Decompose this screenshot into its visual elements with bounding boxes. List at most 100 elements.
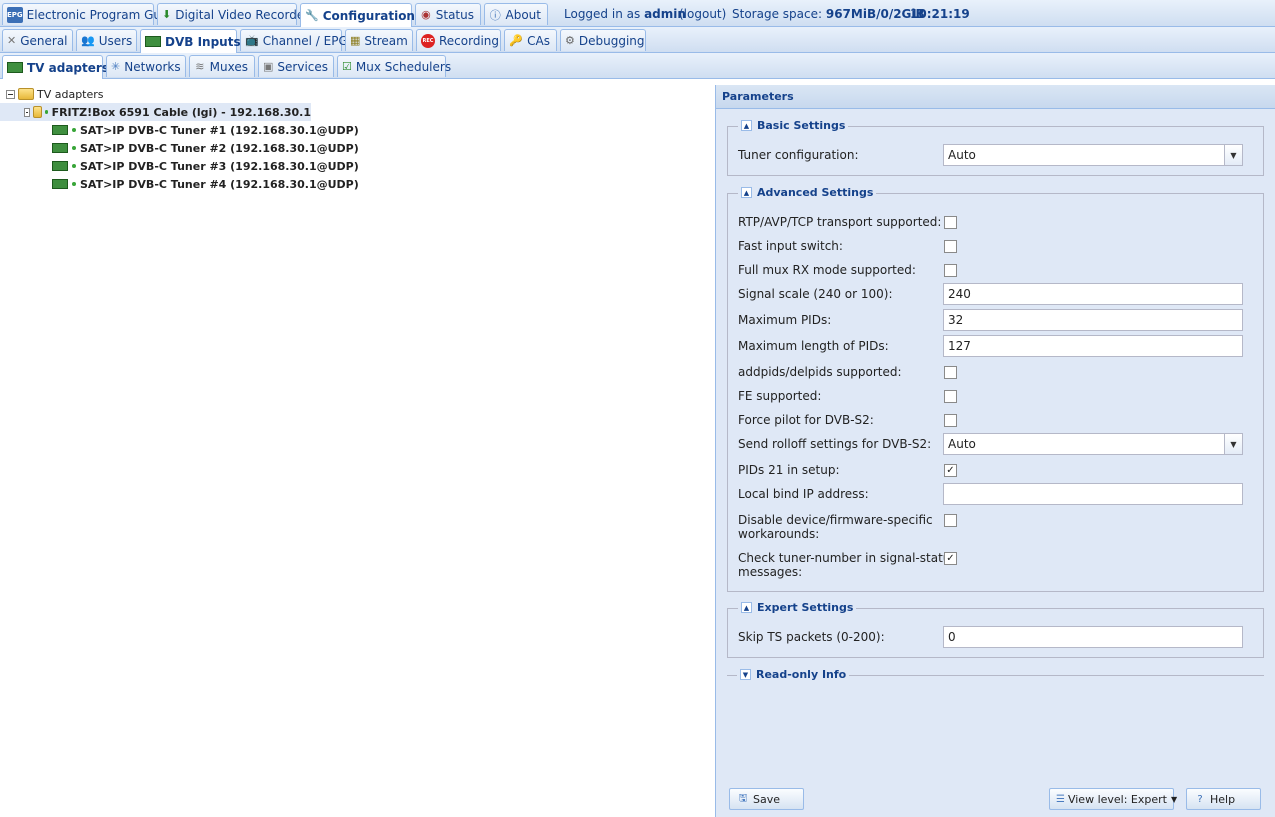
wrench-icon: 🔧 xyxy=(305,9,319,22)
logout-link[interactable]: (logout) xyxy=(679,7,726,21)
tuner-card-icon xyxy=(52,125,68,135)
tab-about[interactable]: ⓘ About xyxy=(484,3,548,25)
fast-switch-checkbox[interactable] xyxy=(944,240,957,253)
tree-root[interactable]: TV adapters xyxy=(6,85,104,103)
check-tuner-number-checkbox[interactable]: ✓ xyxy=(944,552,957,565)
tab-epg[interactable]: EPG Electronic Program Guide xyxy=(2,3,179,25)
collapse-up-icon[interactable]: ▲ xyxy=(741,602,752,613)
epg-icon: EPG xyxy=(7,6,23,23)
force-pilot-checkbox[interactable] xyxy=(944,414,957,427)
main-tab-bar: EPG Electronic Program Guide ⬇ Digital V… xyxy=(0,0,1275,27)
tab-channel-epg-label: Channel / EPG xyxy=(262,33,348,48)
panel-title: Parameters xyxy=(716,85,1275,109)
bug-icon: ⚙ xyxy=(565,34,575,47)
addpids-checkbox[interactable] xyxy=(944,366,957,379)
expert-settings-fieldset: ▲ Expert Settings Skip TS packets (0-200… xyxy=(727,601,1264,658)
tab-networks[interactable]: ✳ Networks xyxy=(106,55,186,77)
tab-debugging[interactable]: ⚙ Debugging xyxy=(560,29,646,51)
tab-general[interactable]: ✕ General xyxy=(2,29,73,51)
signal-scale-label: Signal scale (240 or 100): xyxy=(738,287,893,301)
full-mux-checkbox[interactable] xyxy=(944,264,957,277)
tree-tuner[interactable]: SAT>IP DVB-C Tuner #2 (192.168.30.1@UDP) xyxy=(52,139,359,157)
tab-dvr[interactable]: ⬇ Digital Video Recorder xyxy=(157,3,309,25)
addpids-label: addpids/delpids supported: xyxy=(738,365,902,379)
status-dot-icon xyxy=(45,110,48,114)
tab-status[interactable]: ◉ Status xyxy=(415,3,481,25)
tree-tuner[interactable]: SAT>IP DVB-C Tuner #1 (192.168.30.1@UDP) xyxy=(52,121,359,139)
tab-mux-schedulers[interactable]: ☑ Mux Schedulers xyxy=(337,55,451,77)
tab-services[interactable]: ▣ Services xyxy=(258,55,334,77)
full-mux-label: Full mux RX mode supported: xyxy=(738,263,916,277)
bind-ip-input[interactable] xyxy=(943,483,1243,505)
max-length-pids-input[interactable]: 127 xyxy=(943,335,1243,357)
tab-users[interactable]: 👥 Users xyxy=(76,29,137,51)
parameters-panel: Parameters ▲ Basic Settings Tuner config… xyxy=(715,85,1275,817)
disable-workarounds-label: Disable device/firmware-specific workarou… xyxy=(738,513,933,541)
skip-ts-input[interactable]: 0 xyxy=(943,626,1243,648)
key-icon: 🔑 xyxy=(509,34,523,47)
logged-in-text: Logged in as admin xyxy=(564,7,686,21)
status-dot-icon xyxy=(72,164,76,168)
tab-configuration[interactable]: 🔧 Configuration xyxy=(300,3,415,27)
chevron-down-icon[interactable]: ▼ xyxy=(1224,434,1242,454)
tuner-config-select[interactable]: Auto ▼ xyxy=(943,144,1243,166)
basic-settings-title: Basic Settings xyxy=(757,119,846,132)
rolloff-label: Send rolloff settings for DVB-S2: xyxy=(738,437,932,451)
fe-supported-checkbox[interactable] xyxy=(944,390,957,403)
tab-networks-label: Networks xyxy=(124,59,181,74)
tree-tuner[interactable]: SAT>IP DVB-C Tuner #3 (192.168.30.1@UDP) xyxy=(52,157,359,175)
tree-device[interactable]: FRITZ!Box 6591 Cable (lgi) - 192.168.30.… xyxy=(0,103,311,121)
expand-down-icon[interactable]: ▼ xyxy=(740,669,751,680)
help-button[interactable]: ? Help xyxy=(1186,788,1261,810)
list-icon: ☰ xyxy=(1056,793,1065,805)
tab-channel-epg[interactable]: 📺 Channel / EPG xyxy=(240,29,348,51)
max-pids-input[interactable]: 32 xyxy=(943,309,1243,331)
view-level-button[interactable]: ☰ View level: Expert ▼ xyxy=(1049,788,1177,810)
collapse-up-icon[interactable]: ▲ xyxy=(741,120,752,131)
tab-tv-adapters[interactable]: TV adapters xyxy=(2,55,109,79)
tree-tuner-label: SAT>IP DVB-C Tuner #1 (192.168.30.1@UDP) xyxy=(80,123,359,137)
rolloff-select[interactable]: Auto ▼ xyxy=(943,433,1243,455)
users-icon: 👥 xyxy=(81,34,95,47)
readonly-info-legend[interactable]: ▼ Read-only Info xyxy=(737,668,850,681)
tuner-config-value: Auto xyxy=(948,148,976,162)
signal-scale-input[interactable]: 240 xyxy=(943,283,1243,305)
tab-cas[interactable]: 🔑 CAs xyxy=(504,29,557,51)
tuner-card-icon xyxy=(52,161,68,171)
chevron-down-icon[interactable]: ▼ xyxy=(1224,145,1242,165)
expert-settings-legend[interactable]: ▲ Expert Settings xyxy=(738,601,857,614)
fe-supported-label: FE supported: xyxy=(738,389,822,403)
config-tab-bar: ✕ General 👥 Users DVB Inputs 📺 Channel /… xyxy=(0,27,1275,53)
rtp-checkbox[interactable] xyxy=(944,216,957,229)
basic-settings-legend[interactable]: ▲ Basic Settings xyxy=(738,119,849,132)
tab-users-label: Users xyxy=(98,33,133,48)
adapter-tree: TV adapters FRITZ!Box 6591 Cable (lgi) -… xyxy=(0,80,713,817)
tab-configuration-label: Configuration xyxy=(322,8,415,23)
rtp-label: RTP/AVP/TCP transport supported: xyxy=(738,215,942,229)
help-button-label: Help xyxy=(1210,792,1236,806)
tree-tuner-label: SAT>IP DVB-C Tuner #4 (192.168.30.1@UDP) xyxy=(80,177,359,191)
dvb-tab-bar: TV adapters ✳ Networks ≋ Muxes ▣ Service… xyxy=(0,53,1275,79)
save-button[interactable]: 🖫 Save xyxy=(729,788,804,810)
storage-space: Storage space: 967MiB/0/2GiB xyxy=(732,7,925,21)
advanced-settings-legend[interactable]: ▲ Advanced Settings xyxy=(738,186,877,199)
pids21-checkbox[interactable]: ✓ xyxy=(944,464,957,477)
skip-ts-label: Skip TS packets (0-200): xyxy=(738,630,885,644)
disable-workarounds-checkbox[interactable] xyxy=(944,514,957,527)
tab-stream[interactable]: ▦ Stream xyxy=(345,29,413,51)
tree-tuner[interactable]: SAT>IP DVB-C Tuner #4 (192.168.30.1@UDP) xyxy=(52,175,359,193)
tab-status-label: Status xyxy=(435,7,474,22)
tab-recording[interactable]: REC Recording xyxy=(416,29,501,51)
help-icon: ? xyxy=(1197,793,1203,805)
collapse-icon[interactable] xyxy=(6,89,15,99)
tab-dvb-inputs[interactable]: DVB Inputs xyxy=(140,29,241,53)
tab-mux-schedulers-label: Mux Schedulers xyxy=(355,59,452,74)
tab-general-label: General xyxy=(20,33,68,48)
tab-muxes[interactable]: ≋ Muxes xyxy=(189,55,255,77)
tab-dvb-inputs-label: DVB Inputs xyxy=(165,34,241,49)
collapse-icon[interactable] xyxy=(24,107,30,117)
expert-settings-title: Expert Settings xyxy=(757,601,854,614)
tuner-card-icon xyxy=(52,179,68,189)
collapse-up-icon[interactable]: ▲ xyxy=(741,187,752,198)
tab-tv-adapters-label: TV adapters xyxy=(27,60,109,75)
